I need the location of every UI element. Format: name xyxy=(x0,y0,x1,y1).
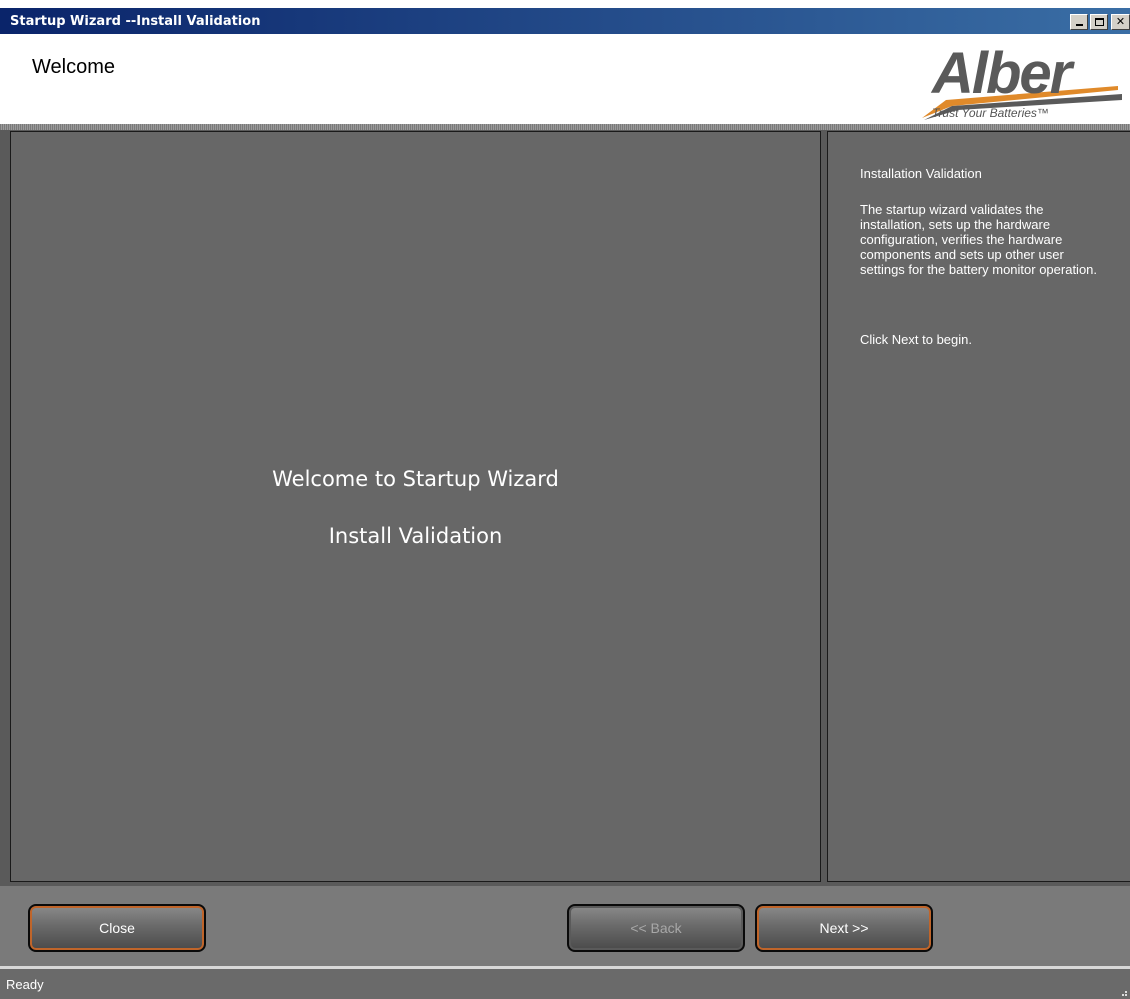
title-bar: Startup Wizard --Install Validation ✕ xyxy=(0,0,1130,34)
page-title: Welcome xyxy=(32,56,115,78)
window-title: Startup Wizard --Install Validation xyxy=(10,14,261,29)
back-button[interactable]: << Back xyxy=(567,904,745,952)
next-button[interactable]: Next >> xyxy=(755,904,933,952)
logo-wordmark: Alber xyxy=(932,41,1072,106)
main-panel: Welcome to Startup Wizard Install Valida… xyxy=(10,131,821,882)
minimize-button[interactable] xyxy=(1070,14,1088,30)
status-text: Ready xyxy=(6,977,44,992)
alber-logo: Alber Trust Your Batteries™ xyxy=(918,40,1130,126)
resize-grip-icon[interactable] xyxy=(1118,987,1128,997)
maximize-icon xyxy=(1095,18,1104,26)
window-close-button[interactable]: ✕ xyxy=(1111,14,1130,30)
help-body: The startup wizard validates the install… xyxy=(860,202,1098,277)
logo-tagline: Trust Your Batteries™ xyxy=(932,106,1049,120)
help-heading: Installation Validation xyxy=(860,166,982,181)
button-bar: Close << Back Next >> xyxy=(0,886,1130,968)
close-icon: ✕ xyxy=(1115,15,1126,28)
maximize-button[interactable] xyxy=(1090,14,1108,30)
welcome-title: Welcome to Startup Wizard xyxy=(272,467,559,491)
help-footer: Click Next to begin. xyxy=(860,332,972,347)
help-panel: Installation Validation The startup wiza… xyxy=(827,131,1130,882)
welcome-subtitle: Install Validation xyxy=(328,524,503,548)
status-bar: Ready xyxy=(0,969,1130,999)
close-button[interactable]: Close xyxy=(28,904,206,952)
header: Welcome Alber Trust Your Batteries™ xyxy=(0,34,1130,126)
minimize-icon xyxy=(1076,24,1083,26)
